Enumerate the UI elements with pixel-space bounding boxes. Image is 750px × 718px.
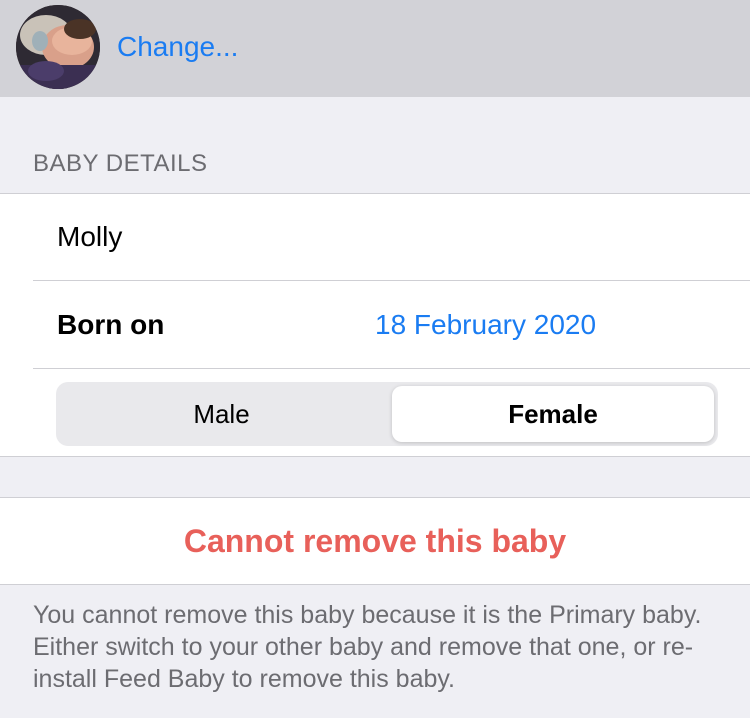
born-on-label: Born on (57, 309, 165, 340)
remove-baby-footnote: You cannot remove this baby because it i… (33, 601, 702, 693)
gender-segmented-control: Male Female (56, 382, 718, 446)
gender-option-male[interactable]: Male (56, 382, 387, 446)
baby-avatar[interactable] (16, 5, 100, 89)
baby-name-field[interactable]: Molly (57, 219, 122, 255)
gender-option-female[interactable]: Female (392, 386, 714, 442)
photo-header: Change... (0, 0, 750, 97)
row-divider (33, 280, 750, 281)
row-divider (33, 368, 750, 369)
change-photo-link[interactable]: Change... (117, 29, 238, 65)
section-header-baby-details: BABY DETAILS (33, 150, 208, 177)
remove-baby-row[interactable]: Cannot remove this baby (0, 497, 750, 585)
born-on-date-picker[interactable]: 18 February 2020 (375, 307, 596, 343)
remove-baby-button[interactable]: Cannot remove this baby (184, 523, 566, 560)
baby-photo-icon (16, 5, 100, 89)
